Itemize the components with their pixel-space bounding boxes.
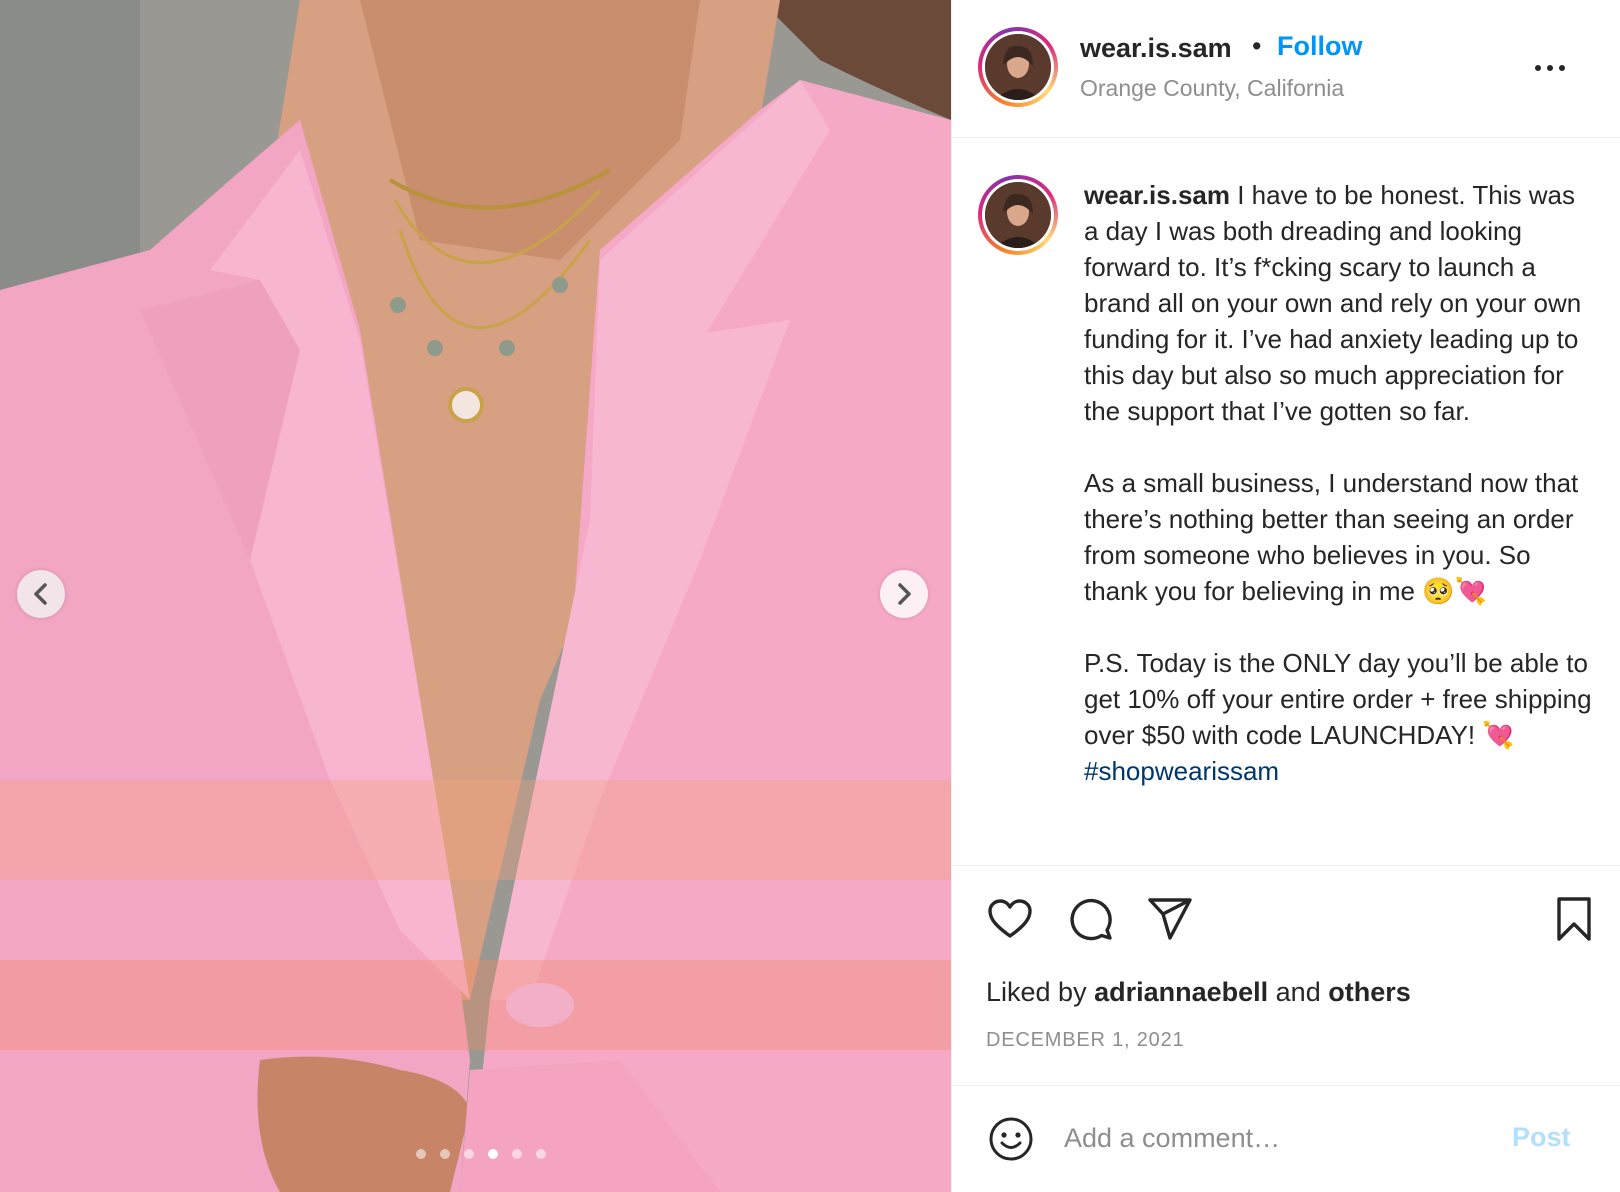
chevron-left-icon [34, 583, 47, 605]
post-header: wear.is.sam • Follow Orange County, Cali… [952, 0, 1620, 138]
carousel-dot [512, 1149, 522, 1159]
carousel-dot [536, 1149, 546, 1159]
bookmark-icon[interactable] [1550, 895, 1598, 943]
location-link[interactable]: Orange County, California [1080, 75, 1344, 102]
liked-by-user-link[interactable]: adriannaebell [1094, 977, 1268, 1007]
paper-plane-icon[interactable] [1146, 895, 1194, 943]
separator-dot: • [1252, 31, 1262, 61]
caption-text: wear.is.sam I have to be honest. This wa… [1084, 177, 1592, 789]
avatar-image [985, 182, 1051, 248]
avatar-image [985, 34, 1051, 100]
add-comment-bar: Post [952, 1086, 1620, 1192]
chevron-right-icon [898, 583, 911, 605]
comment-input[interactable] [1062, 1114, 1506, 1162]
liked-by-text: Liked by adriannaebell and others [986, 977, 1411, 1007]
caption-author-avatar[interactable] [978, 175, 1058, 255]
hashtag-link[interactable]: #shopwearissam [1084, 756, 1279, 786]
liked-by-others-link[interactable]: others [1328, 977, 1411, 1007]
post-caption: wear.is.sam I have to be honest. This wa… [952, 137, 1620, 866]
post-actions: Liked by adriannaebell and others DECEMB… [952, 865, 1620, 1086]
post-details-panel: wear.is.sam • Follow Orange County, Cali… [951, 0, 1620, 1192]
carousel-dot-active [488, 1149, 498, 1159]
instagram-post: wear.is.sam • Follow Orange County, Cali… [0, 0, 1620, 1192]
post-photo [0, 0, 951, 1192]
caption-username[interactable]: wear.is.sam [1084, 180, 1230, 210]
author-avatar[interactable] [978, 27, 1058, 107]
pink-jacket-photo [0, 0, 951, 1192]
post-date[interactable]: DECEMBER 1, 2021 [986, 1029, 1184, 1052]
comment-icon[interactable] [1066, 895, 1114, 943]
carousel-dot [440, 1149, 450, 1159]
author-username[interactable]: wear.is.sam [1080, 33, 1232, 64]
post-comment-button[interactable]: Post [1512, 1122, 1571, 1153]
previous-slide-button[interactable] [17, 570, 65, 618]
next-slide-button[interactable] [880, 570, 928, 618]
caption-body: I have to be honest. This was a day I wa… [1084, 180, 1592, 750]
smiley-icon[interactable] [988, 1116, 1034, 1162]
follow-button[interactable]: Follow [1277, 31, 1362, 62]
carousel-dot [416, 1149, 426, 1159]
carousel-indicator [416, 1149, 546, 1159]
heart-icon[interactable] [986, 895, 1034, 943]
more-options-icon[interactable] [1530, 58, 1570, 78]
carousel-dot [464, 1149, 474, 1159]
